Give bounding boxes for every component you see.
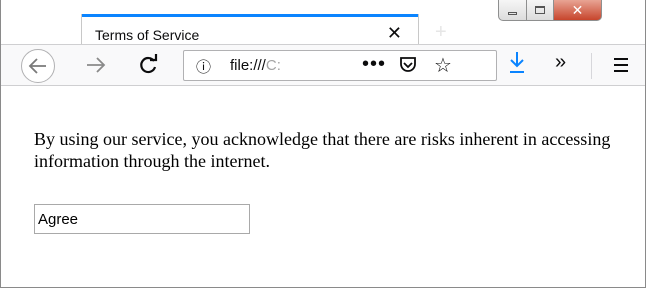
bookmark-star-icon[interactable]: ☆ <box>434 53 452 78</box>
download-icon <box>510 52 524 73</box>
menu-button[interactable] <box>613 57 629 78</box>
forward-arrow-icon <box>87 57 106 73</box>
close-window-button[interactable]: ✕ <box>554 0 602 21</box>
reload-button[interactable] <box>137 52 159 83</box>
tab-terms-of-service[interactable]: Terms of Service ✕ <box>81 14 419 44</box>
agree-input[interactable] <box>34 204 250 234</box>
page-content: By using our service, you acknowledge th… <box>2 86 645 287</box>
pocket-button[interactable] <box>398 55 418 80</box>
pocket-icon <box>400 57 416 72</box>
page-actions-icon[interactable]: ••• <box>362 53 386 76</box>
hamburger-menu-icon <box>614 58 628 72</box>
browser-window: Terms of Service ✕ + ✕ ⓘ file:///C: ••• … <box>0 0 646 288</box>
minimize-button[interactable] <box>498 0 527 21</box>
new-tab-icon[interactable]: + <box>435 22 447 42</box>
window-controls: ✕ <box>498 0 602 22</box>
back-arrow-icon <box>28 58 46 74</box>
address-bar[interactable]: ⓘ file:///C: ••• ☆ <box>183 50 497 81</box>
overflow-icon[interactable]: » <box>555 51 566 74</box>
forward-button[interactable] <box>85 52 107 83</box>
download-button[interactable] <box>507 50 527 81</box>
maximize-button[interactable] <box>527 0 554 21</box>
url-suffix: C: <box>265 57 281 74</box>
url-prefix: file:/// <box>230 57 266 74</box>
navigation-toolbar: ⓘ file:///C: ••• ☆ » <box>1 44 645 86</box>
back-button[interactable] <box>21 49 55 83</box>
close-icon: ✕ <box>571 2 584 18</box>
tab-strip: Terms of Service ✕ + ✕ <box>1 0 645 44</box>
url-text[interactable]: file:///C: <box>230 57 281 74</box>
tab-active-indicator <box>82 14 418 17</box>
terms-message: By using our service, you acknowledge th… <box>34 129 611 171</box>
tab-close-icon[interactable]: ✕ <box>387 24 402 42</box>
minimize-icon <box>508 11 517 15</box>
maximize-icon <box>535 6 545 14</box>
toolbar-separator <box>591 53 592 79</box>
info-icon[interactable]: ⓘ <box>196 56 211 77</box>
reload-icon <box>140 54 158 74</box>
tab-title: Terms of Service <box>95 27 200 43</box>
